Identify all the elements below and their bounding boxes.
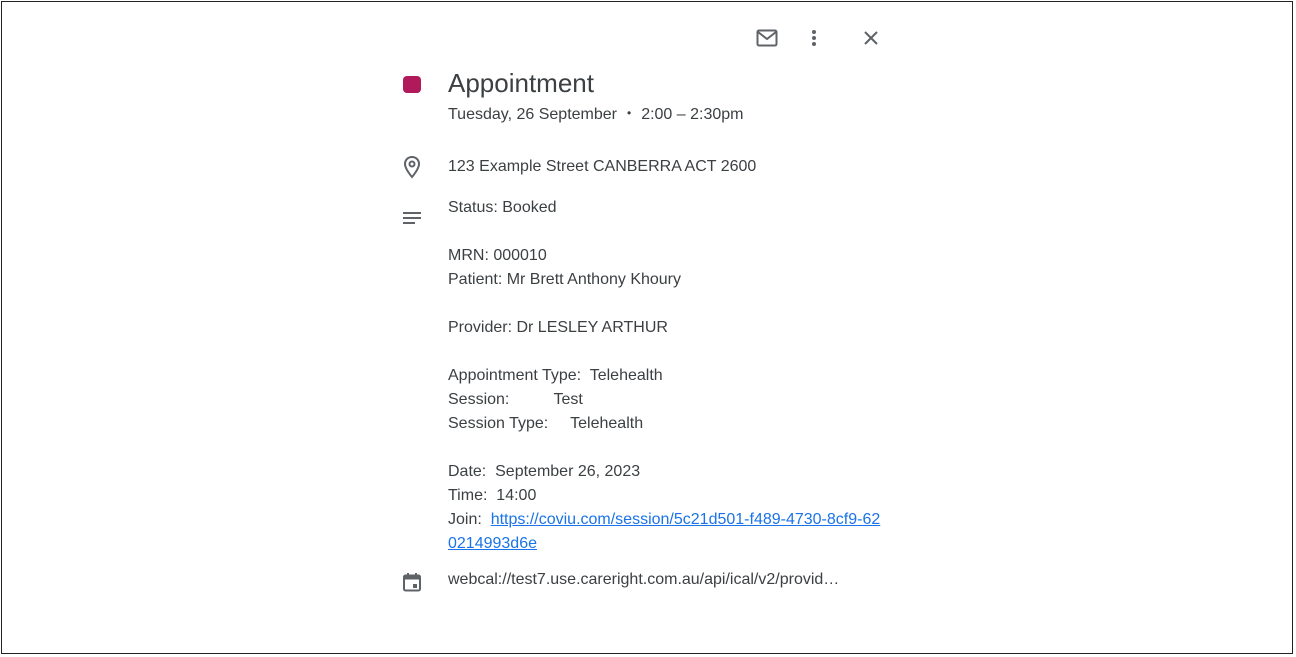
event-date: Tuesday, 26 September [448,106,617,123]
mrn-text: MRN: 000010 [448,247,547,264]
event-location[interactable]: 123 Example Street CANBERRA ACT 2600 [448,158,756,176]
session-text: Session: Test [448,391,583,408]
join-label: Join: [448,511,491,528]
patient-text: Patient: Mr Brett Anthony Khoury [448,271,682,288]
location-pin-icon [400,155,424,179]
time-text: Time: 14:00 [448,487,537,504]
status-text: Status: Booked [448,199,557,216]
appointment-type-text: Appointment Type: Telehealth [448,367,663,384]
event-description: Status: Booked MRN: 000010 Patient: Mr B… [448,196,888,556]
more-vert-icon[interactable] [800,24,828,52]
session-type-text: Session Type: Telehealth [448,415,644,432]
calendar-source: webcal://test7.use.careright.com.au/api/… [448,571,840,588]
description-notes-icon [400,206,424,230]
event-color-chip [403,76,421,93]
join-link[interactable]: https://coviu.com/session/5c21d501-f489-… [448,511,880,552]
close-icon[interactable] [857,24,885,52]
join-row: Join: https://coviu.com/session/5c21d501… [448,508,888,556]
separator-dot: • [626,106,632,120]
event-details-dialog: Appointment Tuesday, 26 September • 2:00 –… [1,1,1293,654]
event-title: Appointment [448,68,594,98]
date-text: Date: September 26, 2023 [448,463,641,480]
email-icon[interactable] [753,24,781,52]
calendar-icon [400,570,424,594]
provider-text: Provider: Dr LESLEY ARTHUR [448,319,668,336]
event-time-range: 2:00 – 2:30pm [641,106,744,123]
event-datetime: Tuesday, 26 September • 2:00 – 2:30pm [448,106,743,124]
